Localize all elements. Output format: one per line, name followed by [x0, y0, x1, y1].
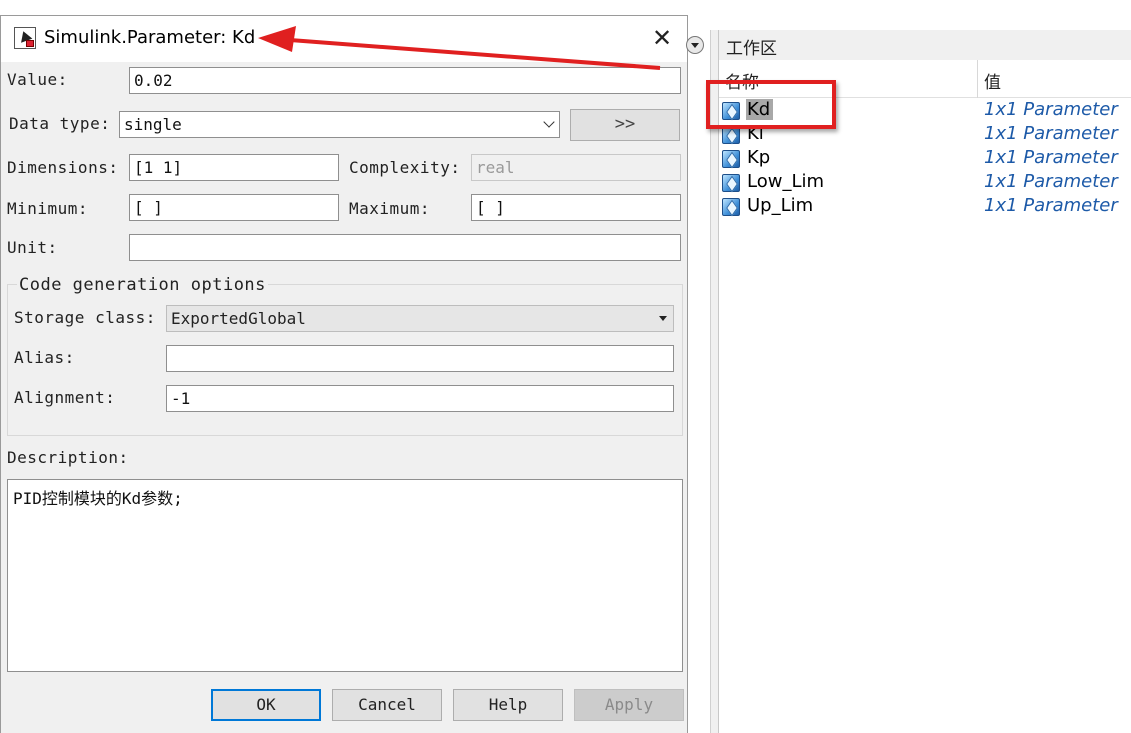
parameter-cube-icon [722, 174, 740, 192]
storage-class-label: Storage class: [14, 308, 156, 327]
complexity-label: Complexity: [349, 158, 461, 177]
workspace-table: 名称 值 Kd 1x1 Parameter Ki 1x1 Parameter K… [718, 60, 1131, 733]
workspace-row-up-lim[interactable]: Up_Lim 1x1 Parameter [719, 195, 1131, 219]
variable-value: 1x1 Parameter [984, 195, 1118, 216]
title-bar[interactable]: Simulink.Parameter: Kd ✕ [1, 16, 687, 62]
storage-class-value: ExportedGlobal [171, 309, 306, 328]
alias-field[interactable] [166, 345, 674, 372]
variable-value: 1x1 Parameter [984, 99, 1118, 120]
variable-name: Low_Lim [747, 171, 825, 192]
cancel-button[interactable]: Cancel [332, 689, 442, 721]
codegen-title: Code generation options [17, 275, 268, 295]
simulink-block-icon [14, 27, 36, 49]
unit-field[interactable] [129, 234, 681, 261]
parameter-cube-icon [722, 150, 740, 168]
variable-value: 1x1 Parameter [984, 123, 1118, 144]
complexity-field: real [471, 154, 681, 181]
collapse-circle-icon[interactable] [686, 36, 704, 54]
description-label: Description: [7, 448, 129, 467]
alignment-label: Alignment: [14, 388, 116, 407]
variable-value: 1x1 Parameter [984, 147, 1118, 168]
value-field[interactable]: 0.02 [129, 67, 681, 94]
parameter-cube-icon [722, 198, 740, 216]
workspace-row-low-lim[interactable]: Low_Lim 1x1 Parameter [719, 171, 1131, 195]
variable-name: Up_Lim [747, 195, 814, 216]
storage-class-select[interactable]: ExportedGlobal [166, 305, 674, 332]
workspace-title: 工作区 [726, 39, 777, 59]
dialog-title: Simulink.Parameter: Kd [44, 27, 256, 48]
unit-label: Unit: [7, 238, 58, 257]
workspace-row-kp[interactable]: Kp 1x1 Parameter [719, 147, 1131, 171]
help-button[interactable]: Help [453, 689, 563, 721]
datatype-select[interactable]: single [119, 111, 560, 138]
close-icon[interactable]: ✕ [649, 26, 675, 52]
workspace-header: 工作区 [718, 30, 1131, 60]
maximum-label: Maximum: [349, 199, 431, 218]
description-textarea[interactable]: PID控制模块的Kd参数; [7, 479, 683, 672]
column-value-header[interactable]: 值 [984, 68, 1001, 93]
value-label: Value: [7, 70, 68, 89]
panel-divider[interactable] [710, 30, 718, 733]
annotation-highlight-box [706, 80, 836, 129]
datatype-value: single [124, 115, 182, 134]
variable-value: 1x1 Parameter [984, 171, 1118, 192]
dimensions-field[interactable]: [1 1] [129, 154, 339, 181]
dropdown-arrow-icon [659, 316, 667, 321]
alias-label: Alias: [14, 348, 75, 367]
datatype-label: Data type: [9, 114, 111, 133]
minimum-label: Minimum: [7, 199, 89, 218]
chevron-down-icon [543, 116, 555, 128]
alignment-field[interactable]: -1 [166, 385, 674, 412]
datatype-assistant-button[interactable]: >> [570, 109, 680, 141]
dimensions-label: Dimensions: [7, 158, 119, 177]
ok-button[interactable]: OK [211, 689, 321, 721]
variable-name: Kp [747, 147, 771, 168]
maximum-field[interactable]: [ ] [471, 194, 681, 221]
parameter-dialog: Simulink.Parameter: Kd ✕ Value: 0.02 Dat… [0, 15, 688, 733]
apply-button: Apply [574, 689, 684, 721]
minimum-field[interactable]: [ ] [129, 194, 339, 221]
